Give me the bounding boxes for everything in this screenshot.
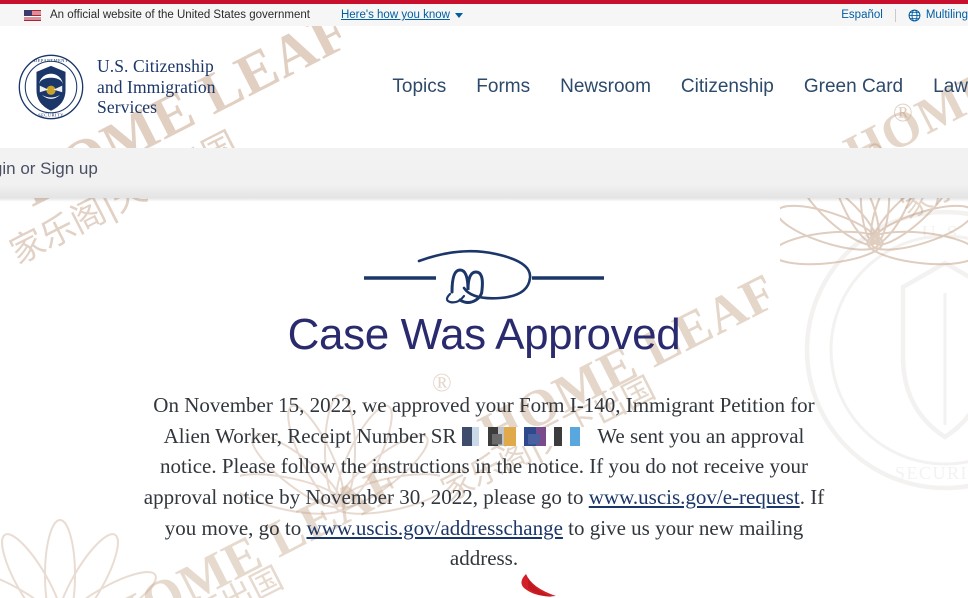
- address-change-link[interactable]: www.uscis.gov/addresschange: [307, 516, 563, 540]
- nav-item-newsroom[interactable]: Newsroom: [545, 70, 666, 104]
- multilingual-label: Multiling: [925, 9, 968, 21]
- svg-text:DEPARTMENT: DEPARTMENT: [34, 58, 68, 63]
- utility-band: Login or Sign up: [0, 148, 968, 202]
- site-header: DEPARTMENT SECURITY U.S. Citizenship and…: [0, 26, 968, 148]
- nav-item-green-card[interactable]: Green Card: [789, 70, 918, 104]
- site-brand[interactable]: DEPARTMENT SECURITY U.S. Citizenship and…: [0, 54, 216, 120]
- bottom-red-graphic-container: [498, 572, 568, 598]
- agency-name-line1: U.S. Citizenship: [97, 56, 214, 77]
- gov-banner-text: An official website of the United States…: [50, 9, 310, 21]
- us-flag-icon: [24, 9, 41, 21]
- red-swoosh-graphic: [521, 574, 556, 597]
- nav-item-forms[interactable]: Forms: [461, 70, 545, 104]
- official-gov-banner: An official website of the United States…: [0, 4, 968, 26]
- chevron-down-icon: [454, 12, 463, 18]
- svg-text:SECURITY: SECURITY: [38, 113, 64, 118]
- agency-name: U.S. Citizenship and Immigration Service…: [97, 56, 216, 117]
- gov-banner-left: An official website of the United States…: [0, 9, 463, 21]
- multilingual-resources-link[interactable]: Multiling: [896, 9, 968, 22]
- page-title: Case Was Approved: [287, 310, 681, 359]
- redacted-receipt-number: [458, 426, 591, 446]
- espanol-link[interactable]: Español: [829, 9, 895, 21]
- agency-name-line2: and Immigration: [97, 76, 216, 97]
- globe-icon: [908, 9, 921, 21]
- main-navigation: Topics Forms Newsroom Citizenship Green …: [377, 70, 968, 104]
- nav-item-citizenship[interactable]: Citizenship: [666, 70, 789, 104]
- login-or-signup-link[interactable]: Login or Sign up: [0, 159, 98, 179]
- nav-item-laws[interactable]: Law: [918, 70, 968, 104]
- nav-item-topics[interactable]: Topics: [377, 70, 461, 104]
- agency-name-line3: Services: [97, 97, 158, 118]
- heres-how-you-know-toggle[interactable]: Here's how you know: [341, 9, 463, 21]
- my-uscis-script-logo: [364, 249, 604, 304]
- e-request-link[interactable]: www.uscis.gov/e-request: [589, 485, 800, 509]
- dhs-seal-icon: DEPARTMENT SECURITY: [18, 54, 84, 120]
- case-status-content: Case Was Approved On November 15, 2022, …: [0, 202, 968, 574]
- case-status-description: On November 15, 2022, we approved your F…: [139, 390, 829, 574]
- heres-how-you-know-label: Here's how you know: [340, 9, 450, 21]
- gov-banner-right: Español Multiling: [829, 8, 968, 22]
- page-root: An official website of the United States…: [0, 0, 968, 598]
